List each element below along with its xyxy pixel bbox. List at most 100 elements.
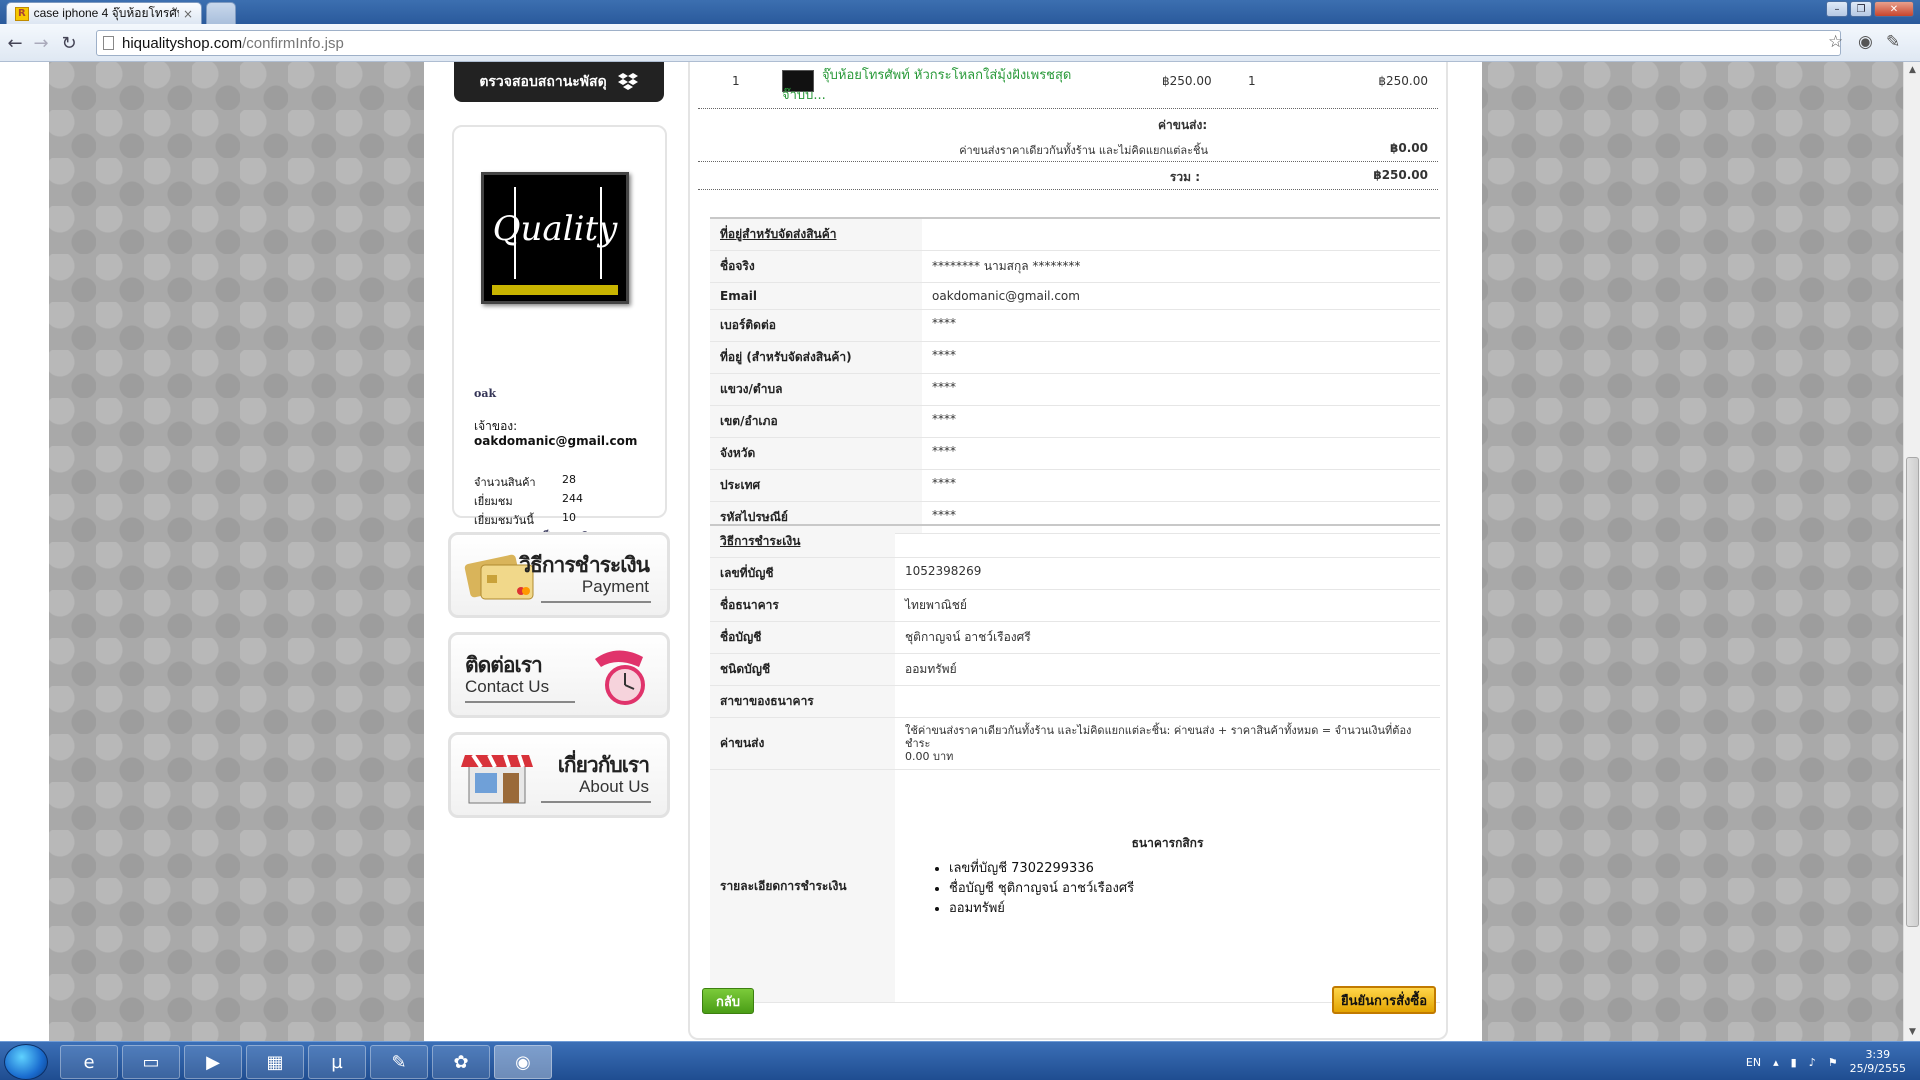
site-favicon-icon: R <box>15 6 29 21</box>
shipping-address-table: ที่อยู่สำหรับจัดส่งสินค้า ชื่อจริง ******… <box>710 217 1440 534</box>
action-center-icon[interactable]: ⚑ <box>1828 1056 1838 1069</box>
bookmark-star-icon[interactable]: ☆ <box>1828 32 1843 52</box>
dropbox-icon <box>617 73 638 90</box>
tab-close-icon[interactable]: × <box>183 7 193 21</box>
stat-products: จำนวนสินค้า 28 <box>474 473 576 489</box>
order-item-row: 1 จุ๊บห้อยโทรศัพท์ หัวกระโหลกใส่มุ้งฝังเ… <box>698 68 1438 118</box>
payment-shipping-note: ใช้ค่าขนส่งราคาเดียวกันทั้งร้าน และไม่คิ… <box>905 724 1412 750</box>
payment-shipping-amount: 0.00 บาท <box>905 750 954 763</box>
clock[interactable]: 3:39 25/9/2555 <box>1850 1048 1906 1076</box>
chrome-icon[interactable]: ◉ <box>494 1045 552 1079</box>
calculator-icon[interactable]: ▦ <box>246 1045 304 1079</box>
item-price: ฿250.00 <box>1162 74 1212 88</box>
url-text: hiqualityshop.com/confirmInfo.jsp <box>122 34 344 52</box>
track-parcel-label: ตรวจสอบสถานะพัสดุ <box>479 74 607 90</box>
stat-visits-today: เยี่ยมชมวันนี้ 10 <box>474 511 576 527</box>
product-name-link[interactable]: จุ๊บห้อยโทรศัพท์ หัวกระโหลกใส่มุ้งฝังเพร… <box>782 66 1072 106</box>
system-tray: EN ▴ ▮ ♪ ⚑ 3:39 25/9/2555 <box>1746 1048 1906 1076</box>
confirm-order-button[interactable]: ยืนยันการสั่งซื้อ <box>1332 986 1436 1014</box>
browser-toolbar: ← → ↻ hiqualityshop.com/confirmInfo.jsp … <box>0 24 1920 62</box>
about-banner[interactable]: เกี่ยวกับเรา About Us <box>448 732 670 818</box>
reload-icon[interactable]: ↻ <box>58 32 80 54</box>
list-item: ออมทรัพย์ <box>949 899 1430 919</box>
close-window-button[interactable]: ✕ <box>1874 1 1914 17</box>
table-row: จังหวัด **** <box>710 438 1440 470</box>
table-row: Email oakdomanic@gmail.com <box>710 283 1440 310</box>
left-gutter <box>0 62 49 1041</box>
list-item: เลขที่บัญชี 7302299336 <box>949 859 1430 879</box>
browser-tab-active[interactable]: R case iphone 4 จุ๊บห้อยโทรศัพ × <box>6 2 202 24</box>
minimize-button[interactable]: – <box>1826 1 1848 17</box>
window-controls: – ❐ ✕ <box>1826 1 1914 17</box>
page-container: ตรวจสอบสถานะพัสดุ Quality oak เจ้าของ: o… <box>424 62 1482 1041</box>
page-viewport: ตรวจสอบสถานะพัสดุ Quality oak เจ้าของ: o… <box>0 62 1903 1041</box>
new-tab-button[interactable] <box>206 2 236 24</box>
scroll-down-arrow-icon[interactable]: ▼ <box>1904 1024 1920 1041</box>
contact-banner-en: Contact Us <box>465 677 550 696</box>
table-row: ชื่อจริง ******** นามสกุล ******** <box>710 251 1440 283</box>
table-row: เบอร์ติดต่อ **** <box>710 310 1440 342</box>
table-row: ชื่อธนาคาร ไทยพาณิชย์ <box>710 590 1440 622</box>
table-row: เลขที่บัญชี 1052398269 <box>710 558 1440 590</box>
address-bar[interactable]: hiqualityshop.com/confirmInfo.jsp <box>96 30 1841 56</box>
media-player-icon[interactable]: ▶ <box>184 1045 242 1079</box>
shop-info-box: Quality oak เจ้าของ: oakdomanic@gmail.co… <box>452 125 667 544</box>
address-heading: ที่อยู่สำหรับจัดส่งสินค้า <box>710 219 922 250</box>
maximize-button[interactable]: ❐ <box>1850 1 1872 17</box>
extension-eye-icon[interactable]: ◉ <box>1858 32 1873 52</box>
volume-icon[interactable]: ♪ <box>1809 1056 1816 1069</box>
detail-bank-name: ธนาคารกสิกร <box>1131 836 1204 850</box>
back-arrow-icon[interactable]: ← <box>4 32 26 54</box>
item-total: ฿250.00 <box>1378 74 1428 88</box>
language-indicator[interactable]: EN <box>1746 1056 1761 1069</box>
item-qty: 1 <box>1248 74 1256 88</box>
table-row: แขวง/ตำบล **** <box>710 374 1440 406</box>
order-confirm-panel: 1 จุ๊บห้อยโทรศัพท์ หัวกระโหลกใส่มุ้งฝังเ… <box>688 62 1448 1040</box>
start-button[interactable] <box>4 1044 48 1080</box>
divider <box>698 108 1438 109</box>
forward-arrow-icon[interactable]: → <box>30 32 52 54</box>
payment-shipping-row: ค่าขนส่ง ใช้ค่าขนส่งราคาเดียวกันทั้งร้าน… <box>710 718 1440 770</box>
owner-email: oakdomanic@gmail.com <box>474 434 638 448</box>
folder-icon[interactable]: ▭ <box>122 1045 180 1079</box>
table-row: ชื่อบัญชี ชุติกาญจน์ อาชว์เรืองศรี <box>710 622 1440 654</box>
show-hidden-icons-icon[interactable]: ▴ <box>1773 1056 1779 1069</box>
about-banner-en: About Us <box>579 777 649 796</box>
item-no: 1 <box>732 74 740 88</box>
windows-taskbar: e ▭ ▶ ▦ µ ✎ ✿ ◉ EN ▴ ▮ ♪ ⚑ 3:39 25/9/255… <box>0 1041 1920 1080</box>
stat-visits: เยี่ยมชม 244 <box>474 492 583 508</box>
utorrent-icon[interactable]: µ <box>308 1045 366 1079</box>
contact-banner[interactable]: ติดต่อเรา Contact Us <box>448 632 670 718</box>
shop-name[interactable]: oak <box>474 387 496 400</box>
payment-method-table: วิธีการชำระเงิน เลขที่บัญชี 1052398269 ชื… <box>710 524 1440 1003</box>
phone-clock-icon <box>595 650 645 705</box>
notepad-icon[interactable]: ✎ <box>370 1045 428 1079</box>
shop-logo[interactable]: Quality <box>481 172 629 304</box>
payment-detail-row: รายละเอียดการชำระเงิน ธนาคารกสิกร เลขที่… <box>710 770 1440 1003</box>
wrench-menu-icon[interactable]: ✎ <box>1886 32 1900 52</box>
scroll-thumb[interactable] <box>1906 457 1919 927</box>
network-icon[interactable]: ▮ <box>1791 1056 1797 1069</box>
sum-label: รวม : <box>1169 170 1200 184</box>
divider <box>698 189 1438 190</box>
ie-icon[interactable]: e <box>60 1045 118 1079</box>
track-parcel-button[interactable]: ตรวจสอบสถานะพัสดุ <box>454 62 664 102</box>
paint-icon[interactable]: ✿ <box>432 1045 490 1079</box>
payment-banner-en: Payment <box>581 577 649 596</box>
scroll-up-arrow-icon[interactable]: ▲ <box>1904 62 1920 79</box>
table-row: สาขาของธนาคาร <box>710 686 1440 718</box>
table-row: ชนิดบัญชี ออมทรัพย์ <box>710 654 1440 686</box>
list-item: ชื่อบัญชี ชุติกาญจน์ อาชว์เรืองศรี <box>949 879 1430 899</box>
storefront-icon <box>461 753 533 804</box>
table-row: ที่อยู่ (สำหรับจัดส่งสินค้า) **** <box>710 342 1440 374</box>
shipping-value: ฿0.00 <box>1390 141 1428 155</box>
back-button[interactable]: กลับ <box>702 988 754 1014</box>
payment-heading-row: วิธีการชำระเงิน <box>710 526 1440 558</box>
divider <box>698 161 1438 162</box>
payment-heading: วิธีการชำระเงิน <box>710 526 895 557</box>
browser-titlebar: R case iphone 4 จุ๊บห้อยโทรศัพ × – ❐ ✕ <box>0 0 1920 24</box>
page-icon <box>103 36 114 50</box>
shipping-note: ค่าขนส่งราคาเดียวกันทั้งร้าน และไม่คิดแย… <box>959 144 1208 157</box>
payment-banner[interactable]: วิธีการชำระเงิน Payment <box>448 532 670 618</box>
page-scrollbar[interactable]: ▲ ▼ <box>1903 62 1920 1041</box>
